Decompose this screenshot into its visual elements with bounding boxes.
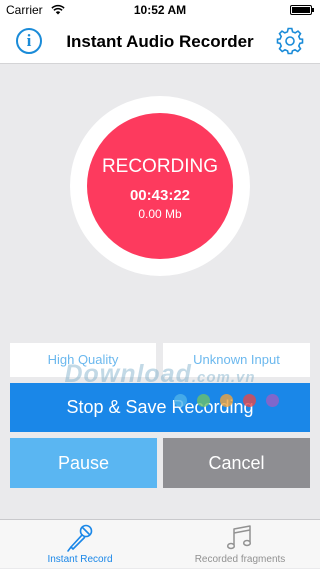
record-indicator[interactable]: RECORDING 00:43:22 0.00 Mb — [87, 113, 233, 259]
recording-state-label: RECORDING — [101, 156, 219, 177]
elapsed-time: 00:43:22 — [129, 187, 191, 204]
clock-time: 10:52 AM — [133, 3, 187, 17]
tab-recorded-fragments[interactable]: Recorded fragments — [160, 520, 320, 569]
tab-label: Instant Record — [47, 554, 113, 565]
navigation-bar: i Instant Audio Recorder — [0, 20, 320, 64]
tab-bar: Instant Record Recorded fragments — [0, 519, 320, 568]
stop-save-recording-button[interactable]: Stop & Save Recording — [10, 383, 310, 432]
quality-button[interactable]: High Quality — [10, 343, 156, 377]
tab-instant-record[interactable]: Instant Record — [0, 520, 160, 569]
tab-label: Recorded fragments — [194, 554, 286, 565]
pause-button[interactable]: Pause — [10, 438, 157, 488]
app-title: Instant Audio Recorder — [66, 32, 254, 51]
recording-size: 0.00 Mb — [138, 207, 182, 221]
status-bar: Carrier 10:52 AM — [0, 0, 320, 20]
gear-icon[interactable] — [276, 27, 304, 55]
battery-icon — [290, 5, 314, 15]
input-source-button[interactable]: Unknown Input — [163, 343, 310, 377]
cancel-button[interactable]: Cancel — [163, 438, 310, 488]
microphone-icon — [67, 524, 93, 552]
music-notes-icon — [226, 525, 252, 550]
